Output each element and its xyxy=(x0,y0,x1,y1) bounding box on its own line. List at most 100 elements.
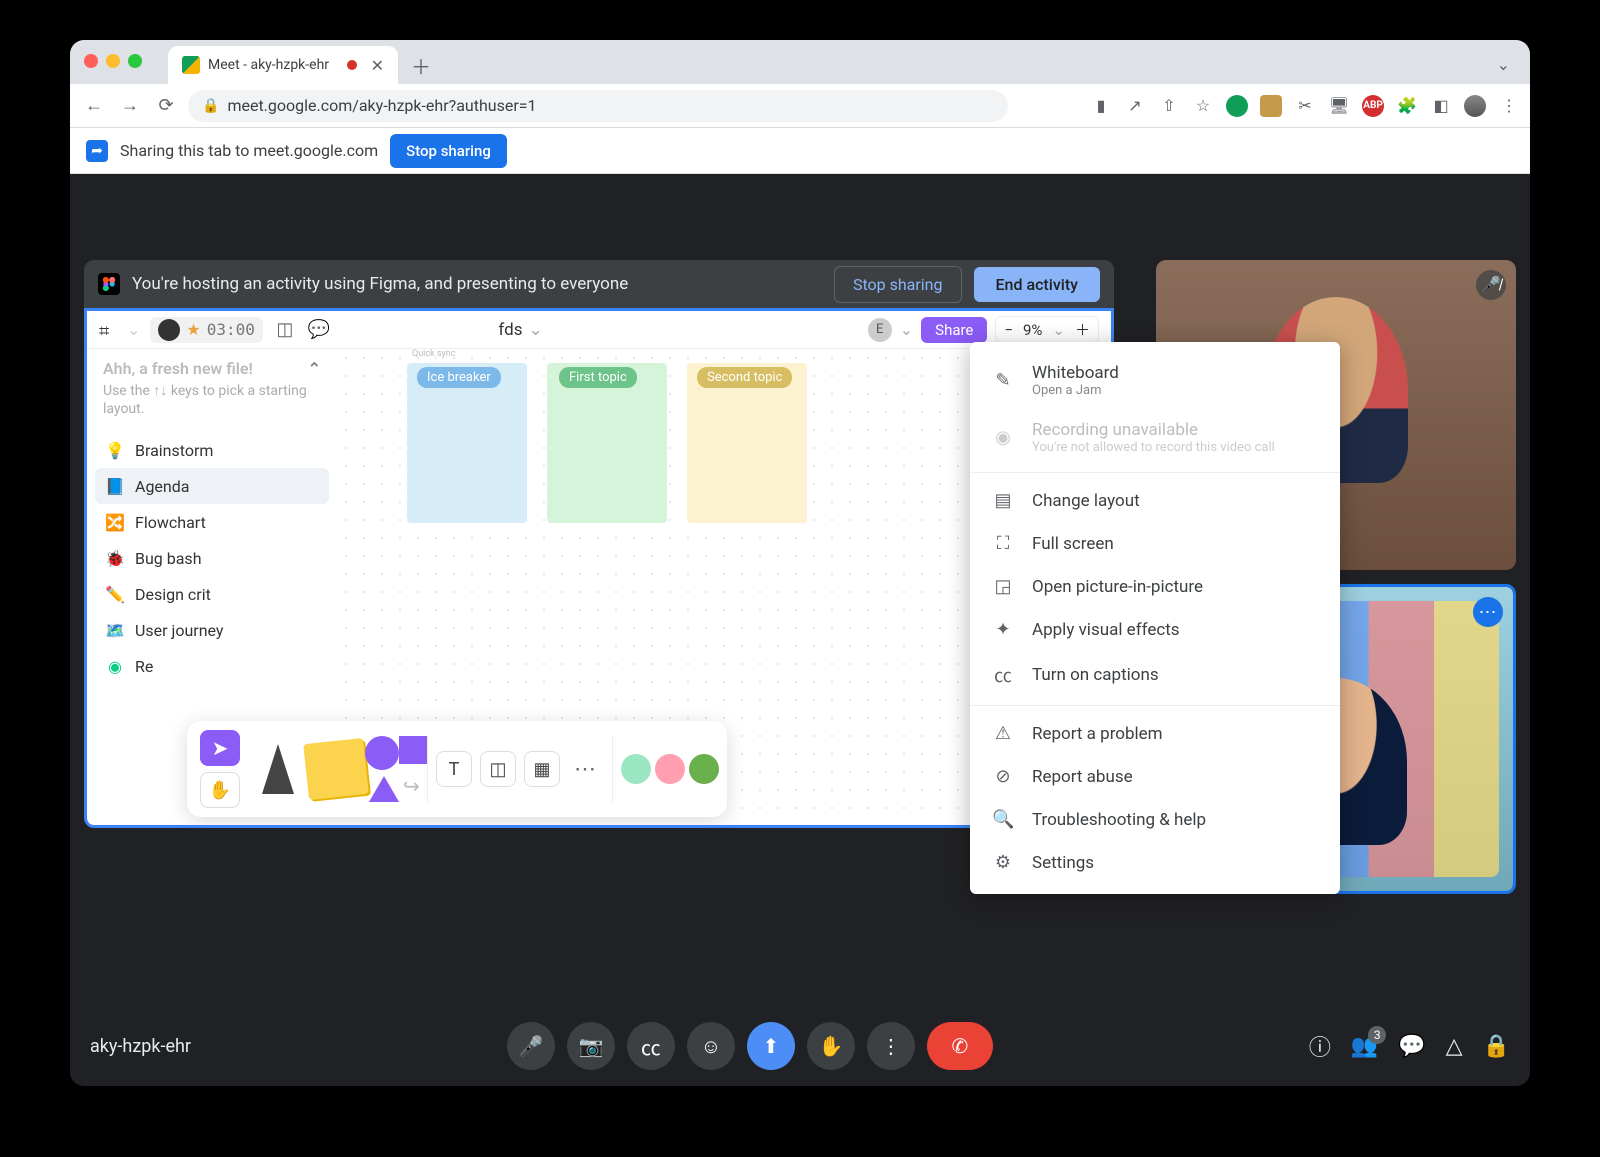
menu-fullscreen[interactable]: ⛶Full screen xyxy=(970,522,1340,565)
zoom-in-icon[interactable]: ＋ xyxy=(1075,319,1090,340)
side-panel-icon[interactable]: ◧ xyxy=(1430,95,1452,117)
address-bar[interactable]: 🔒 meet.google.com/aky-hzpk-ehr?authuser=… xyxy=(188,90,1008,122)
host-banner-text: You're hosting an activity using Figma, … xyxy=(132,274,628,294)
record-icon: ◉ xyxy=(992,427,1014,448)
profile-avatar-icon[interactable] xyxy=(1464,95,1486,117)
tool-shapes[interactable]: ↪ xyxy=(369,730,419,808)
camera-icon[interactable]: ▮ xyxy=(1090,95,1112,117)
sidebar-item-brainstorm[interactable]: 💡Brainstorm xyxy=(95,432,329,468)
recording-indicator-icon xyxy=(347,60,357,70)
figma-timer[interactable]: ★ 03:00 xyxy=(150,317,263,343)
table-tool-icon[interactable]: ▦ xyxy=(524,751,560,787)
stop-sharing-button[interactable]: Stop sharing xyxy=(390,134,507,168)
menu-report-abuse[interactable]: ⊘Report abuse xyxy=(970,755,1340,798)
menu-pip[interactable]: ◲Open picture-in-picture xyxy=(970,565,1340,608)
tool-selection[interactable]: ➤ ✋ xyxy=(195,730,245,808)
chrome-menu-icon[interactable]: ⋮ xyxy=(1498,95,1520,117)
stamp-2-icon xyxy=(655,754,685,784)
text-tool-icon[interactable]: T xyxy=(436,751,472,787)
back-button[interactable]: ← xyxy=(80,92,108,120)
section-tool-icon[interactable]: ◫ xyxy=(480,751,516,787)
lock-icon: 🔒 xyxy=(202,98,219,114)
extension-monitor-icon[interactable]: 🖥 xyxy=(1328,95,1350,117)
tabs-dropdown-icon[interactable]: ⌄ xyxy=(1497,55,1510,74)
camera-button[interactable]: 📷 xyxy=(567,1022,615,1070)
zoom-value: 9% xyxy=(1023,321,1042,339)
close-window-icon[interactable] xyxy=(84,54,98,68)
people-icon[interactable]: 👥3 xyxy=(1351,1034,1378,1059)
pencil-icon: ✎ xyxy=(992,370,1014,391)
activity-stop-sharing-button[interactable]: Stop sharing xyxy=(834,266,962,303)
sidebar-item-designcrit[interactable]: ✏️Design crit xyxy=(95,576,329,612)
tool-pencil[interactable] xyxy=(253,730,303,808)
extension-abp-icon[interactable]: ABP xyxy=(1362,95,1384,117)
more-options-button[interactable]: ⋮ xyxy=(867,1022,915,1070)
url-bar: ← → ⟳ 🔒 meet.google.com/aky-hzpk-ehr?aut… xyxy=(70,84,1530,128)
tool-stamps[interactable] xyxy=(621,754,719,784)
extensions-puzzle-icon[interactable]: 🧩 xyxy=(1396,95,1418,117)
sidebar-item-re[interactable]: ◉Re xyxy=(95,648,329,684)
more-tools-icon[interactable]: ⋯ xyxy=(568,757,604,782)
figma-file-title[interactable]: fds ⌄ xyxy=(498,320,542,340)
sidebar-item-agenda[interactable]: 📘Agenda xyxy=(95,468,329,504)
extension-scissors-icon[interactable]: ✂ xyxy=(1294,95,1316,117)
figma-toolbar-top: ⌗ ⌄ ★ 03:00 ◫ 💬 fds ⌄ E ⌄ xyxy=(87,311,1111,349)
tile-more-icon[interactable]: ⋯ xyxy=(1473,597,1503,627)
chip-secondtopic[interactable]: Second topic xyxy=(697,367,792,388)
close-tab-icon[interactable]: ✕ xyxy=(371,56,384,75)
sharing-text: Sharing this tab to meet.google.com xyxy=(120,141,378,160)
mic-button[interactable]: 🎤 xyxy=(507,1022,555,1070)
menu-settings[interactable]: ⚙Settings xyxy=(970,841,1340,884)
open-external-icon[interactable]: ↗ xyxy=(1124,95,1146,117)
menu-visual-effects[interactable]: ✦Apply visual effects xyxy=(970,608,1340,651)
share-icon[interactable]: ⇧ xyxy=(1158,95,1180,117)
zoom-control[interactable]: − 9% ⌄ ＋ xyxy=(995,316,1099,343)
forward-button[interactable]: → xyxy=(116,92,144,120)
browser-tab[interactable]: Meet - aky-hzpk-ehr ✕ xyxy=(168,46,398,84)
menu-troubleshooting[interactable]: 🔍Troubleshooting & help xyxy=(970,798,1340,841)
zoom-out-icon[interactable]: − xyxy=(1004,321,1013,339)
present-button[interactable]: ⬆ xyxy=(747,1022,795,1070)
meeting-code: aky-hzpk-ehr xyxy=(90,1036,191,1057)
leave-call-button[interactable]: ✆ xyxy=(927,1022,993,1070)
extension-book-icon[interactable] xyxy=(1260,95,1282,117)
host-controls-icon[interactable]: 🔒 xyxy=(1483,1034,1510,1059)
star-icon[interactable]: ☆ xyxy=(1192,95,1214,117)
activities-icon[interactable]: △ xyxy=(1446,1034,1463,1059)
menu-change-layout[interactable]: ▤Change layout xyxy=(970,479,1340,522)
close-panel-icon[interactable]: ⌃ xyxy=(308,359,321,378)
sidebar-item-bugbash[interactable]: 🐞Bug bash xyxy=(95,540,329,576)
sidebar-item-flowchart[interactable]: 🔀Flowchart xyxy=(95,504,329,540)
menu-whiteboard[interactable]: ✎ WhiteboardOpen a Jam xyxy=(970,352,1340,409)
menu-captions[interactable]: ㏄Turn on captions xyxy=(970,651,1340,699)
end-activity-button[interactable]: End activity xyxy=(974,267,1101,302)
menu-report-problem[interactable]: ⚠Report a problem xyxy=(970,712,1340,755)
layout-toggle-icon[interactable]: ◫ xyxy=(273,319,297,340)
bug-icon: 🐞 xyxy=(105,548,125,568)
minimize-window-icon[interactable] xyxy=(106,54,120,68)
gear-icon: ⚙ xyxy=(992,852,1014,873)
window-controls xyxy=(84,54,142,68)
tool-sticky[interactable] xyxy=(311,730,361,808)
reactions-button[interactable]: ☺ xyxy=(687,1022,735,1070)
presence-avatar[interactable]: E xyxy=(868,318,892,342)
stamp-1-icon xyxy=(621,754,651,784)
new-tab-button[interactable]: ＋ xyxy=(406,50,436,80)
cursor-tool-icon[interactable]: ➤ xyxy=(200,730,240,766)
meeting-details-icon[interactable]: ⓘ xyxy=(1309,1030,1331,1062)
chip-icebreaker[interactable]: Ice breaker xyxy=(417,367,501,388)
captions-button[interactable]: ㏄ xyxy=(627,1022,675,1070)
chip-firsttopic[interactable]: First topic xyxy=(559,367,637,388)
comments-icon[interactable]: 💬 xyxy=(307,319,331,340)
triangle-shape-icon xyxy=(369,776,399,802)
hand-tool-icon[interactable]: ✋ xyxy=(200,772,240,808)
chat-icon[interactable]: 💬 xyxy=(1398,1034,1425,1059)
sidebar-item-userjourney[interactable]: 🗺️User journey xyxy=(95,612,329,648)
maximize-window-icon[interactable] xyxy=(128,54,142,68)
figma-share-button[interactable]: Share xyxy=(921,317,987,343)
book-icon: 📘 xyxy=(105,476,125,496)
reload-button[interactable]: ⟳ xyxy=(152,92,180,120)
raise-hand-button[interactable]: ✋ xyxy=(807,1022,855,1070)
figma-menu-icon[interactable]: ⌗ xyxy=(99,321,117,339)
extension-green-icon[interactable] xyxy=(1226,95,1248,117)
